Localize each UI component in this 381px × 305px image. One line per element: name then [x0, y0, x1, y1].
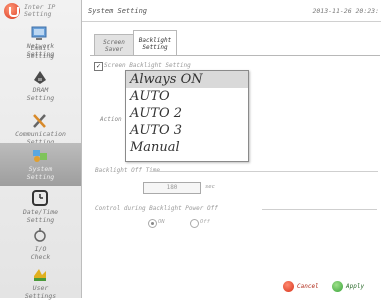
user-settings-icon — [34, 269, 46, 281]
backlight-enable-label: Screen Backlight Setting — [104, 62, 191, 69]
timer-unit-label: sec — [205, 184, 215, 190]
sidebar-item-dram[interactable]: DRAM Setting — [0, 64, 81, 107]
sidebar-item-user[interactable]: User Settings — [0, 262, 81, 305]
apply-label: Apply — [346, 283, 365, 290]
tab-backlight-setting[interactable]: Backlight Setting — [133, 30, 177, 56]
tab-screen-saver[interactable]: Screen Saver — [94, 34, 134, 55]
divider — [262, 209, 377, 210]
divider — [150, 171, 378, 172]
sidebar-item-label: DRAM Setting — [26, 86, 55, 102]
datetime-display: 2013-11-26 20:23: — [312, 7, 379, 15]
action-label: Action — [100, 116, 122, 123]
io-icon — [34, 228, 46, 242]
sidebar-item-label: I/O Check — [30, 245, 51, 261]
action-dropdown-list[interactable]: Always ON AUTO AUTO 2 AUTO 3 Manual — [125, 70, 249, 162]
sidebar-item-system[interactable]: System Setting — [0, 143, 81, 186]
backlight-timer-input[interactable]: 180 — [143, 182, 201, 194]
option-always-on[interactable]: Always ON — [126, 71, 248, 88]
app-window: Inter IP Setting Network Setting Email S… — [0, 0, 381, 300]
cancel-icon — [283, 281, 294, 292]
cancel-label: Cancel — [297, 283, 319, 290]
radio-off[interactable] — [190, 219, 199, 228]
option-manual[interactable]: Manual — [126, 139, 248, 156]
sidebar-item-label: Date/Time Setting — [22, 208, 59, 224]
apply-button[interactable]: Apply — [332, 280, 376, 294]
option-auto-2[interactable]: AUTO 2 — [126, 105, 248, 122]
tools-icon — [33, 114, 46, 128]
option-auto-3[interactable]: AUTO 3 — [126, 122, 248, 139]
radio-on-label: ON — [158, 219, 165, 225]
backlight-enable-checkbox[interactable]: ✓ — [94, 62, 103, 71]
app-logo: Inter IP Setting — [2, 2, 78, 20]
sidebar: Inter IP Setting Network Setting Email S… — [0, 0, 82, 300]
power-off-control-label: Control during Backlight Power Off — [95, 205, 218, 212]
tab-label-line2: Saver — [104, 46, 124, 53]
sidebar-item-label: System Setting — [26, 165, 55, 181]
page-title: System Setting — [88, 7, 148, 15]
chip-icon — [34, 71, 46, 84]
logo-text: Inter IP Setting — [24, 3, 56, 18]
radio-on[interactable] — [148, 219, 157, 228]
tab-label-line1: Backlight — [138, 37, 172, 44]
clock-icon — [32, 190, 48, 206]
logo-icon — [4, 3, 20, 19]
tab-label-line2: Setting — [142, 44, 168, 51]
header-bar: System Setting 2013-11-26 20:23: — [82, 0, 381, 22]
system-icon — [33, 150, 47, 162]
cancel-button[interactable]: Cancel — [283, 280, 323, 294]
sidebar-item-label: Email Setting — [26, 44, 55, 60]
option-auto[interactable]: AUTO — [126, 88, 248, 105]
apply-icon — [332, 281, 343, 292]
radio-off-label: Off — [200, 219, 210, 225]
tab-label-line1: Screen — [103, 39, 125, 46]
sidebar-item-io-check[interactable]: I/O Check — [0, 223, 81, 266]
